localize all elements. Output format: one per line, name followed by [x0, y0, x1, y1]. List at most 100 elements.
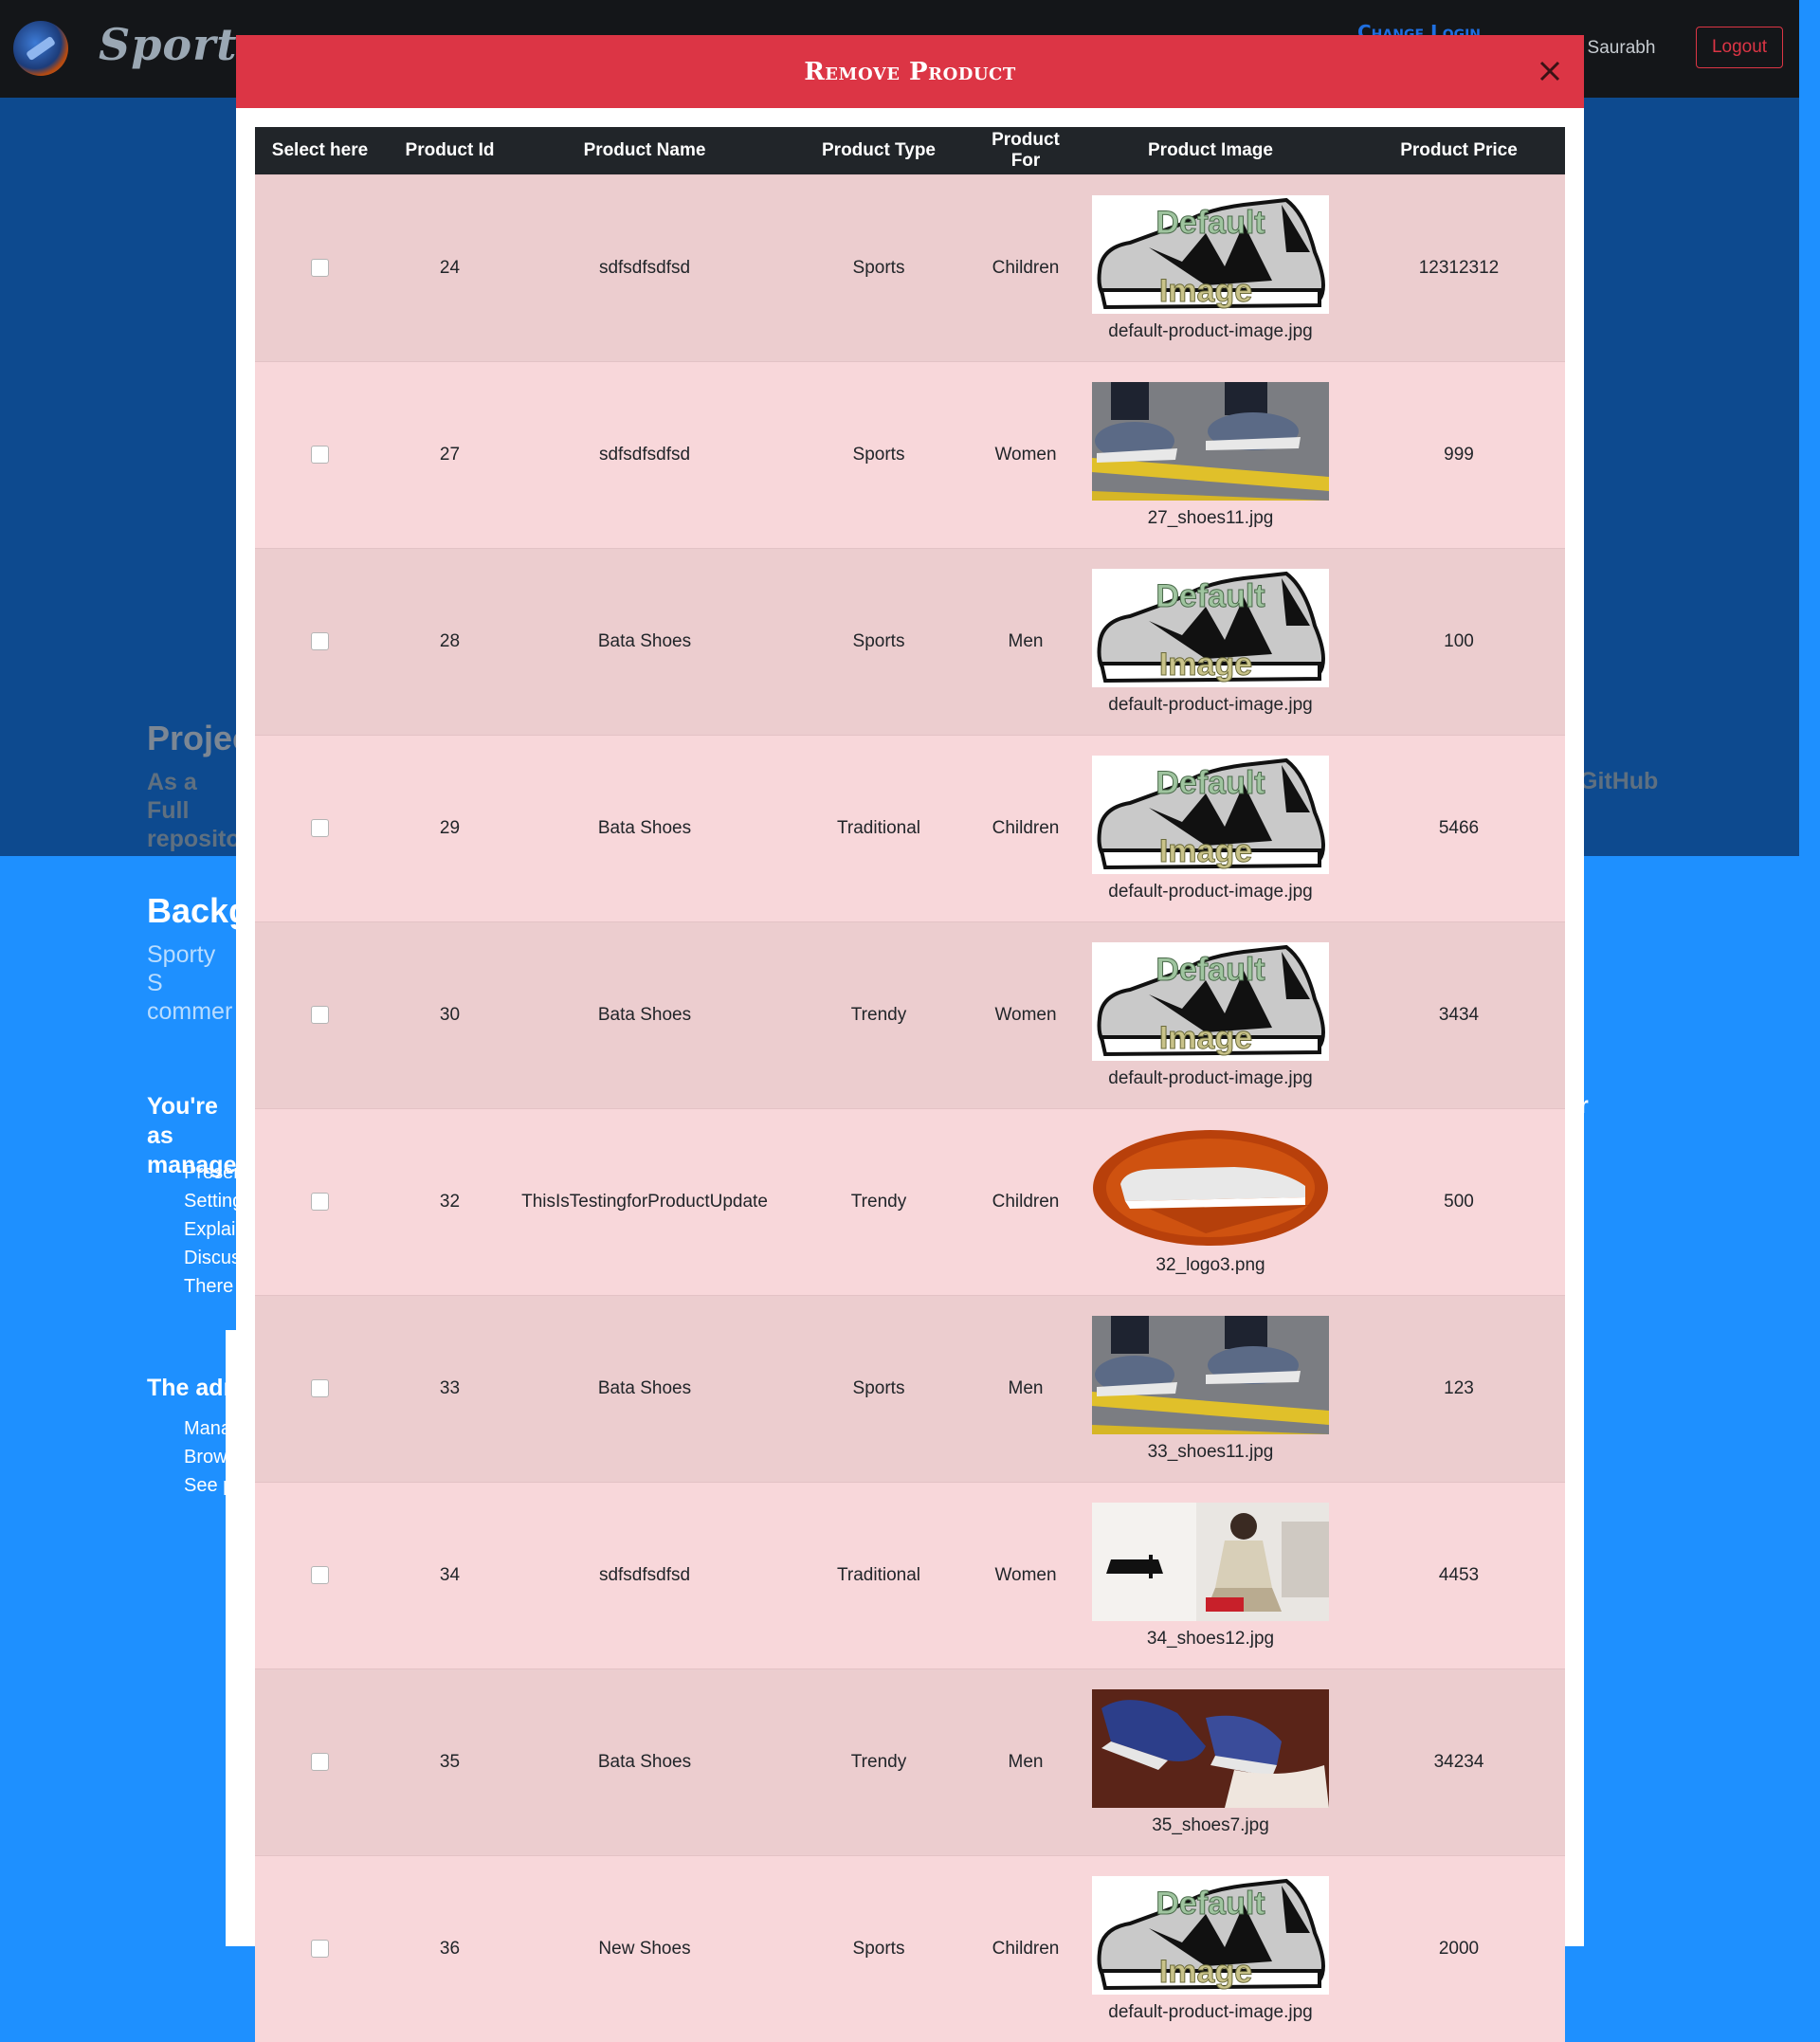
select-checkbox[interactable]: [311, 632, 329, 650]
image-filename: 34_shoes12.jpg: [1147, 1629, 1274, 1650]
product-price: 34234: [1353, 1669, 1565, 1856]
select-checkbox[interactable]: [311, 1193, 329, 1211]
header-product-image: Product Image: [1068, 127, 1353, 175]
product-type: Sports: [774, 1856, 983, 2042]
close-icon[interactable]: [1533, 54, 1567, 88]
product-type: Trendy: [774, 1109, 983, 1296]
product-id: 32: [385, 1109, 515, 1296]
product-name: Bata Shoes: [515, 922, 774, 1109]
project-github-text: GitHub: [1579, 768, 1658, 795]
product-id: 33: [385, 1296, 515, 1483]
product-for: Children: [983, 736, 1068, 922]
header-product-for: Product For: [983, 127, 1068, 175]
select-checkbox[interactable]: [311, 819, 329, 837]
project-subtitle: As a Full repositor: [147, 768, 232, 853]
product-price: 100: [1353, 549, 1565, 736]
products-table: Select here Product Id Product Name Prod…: [255, 127, 1565, 2042]
svg-text:Default: Default: [1156, 578, 1265, 614]
select-cell: [255, 1296, 385, 1483]
image-wrapper: 27_shoes11.jpg: [1068, 382, 1353, 529]
select-cell: [255, 1856, 385, 2042]
header-product-name: Product Name: [515, 127, 774, 175]
select-cell: [255, 736, 385, 922]
product-type: Trendy: [774, 1669, 983, 1856]
image-filename: default-product-image.jpg: [1108, 882, 1312, 902]
brand-logo-icon[interactable]: [13, 21, 68, 76]
select-checkbox[interactable]: [311, 446, 329, 464]
select-checkbox[interactable]: [311, 259, 329, 277]
product-for: Men: [983, 1669, 1068, 1856]
logout-button[interactable]: Logout: [1696, 27, 1783, 68]
remove-product-modal: Remove Product Select here Product Id Pr…: [236, 35, 1584, 1946]
product-image: Default Image: [1092, 195, 1329, 314]
select-checkbox[interactable]: [311, 1566, 329, 1584]
product-price: 3434: [1353, 922, 1565, 1109]
header-select: Select here: [255, 127, 385, 175]
product-image: DefaultImage: [1092, 1876, 1329, 1995]
header-product-id: Product Id: [385, 127, 515, 175]
product-image: Default Image: [1092, 569, 1329, 687]
product-id: 35: [385, 1669, 515, 1856]
image-wrapper: Default Image default-product-image.jpg: [1068, 569, 1353, 716]
page-scrollbar-area: [1799, 0, 1820, 1946]
image-wrapper: 35_shoes7.jpg: [1068, 1689, 1353, 1836]
product-image-cell: Default Image default-product-image.jpg: [1068, 549, 1353, 736]
product-type: Sports: [774, 549, 983, 736]
product-type: Sports: [774, 175, 983, 362]
table-row: 30Bata ShoesTrendyWomenDefaultImagedefau…: [255, 922, 1565, 1109]
product-price: 999: [1353, 362, 1565, 549]
select-checkbox[interactable]: [311, 1940, 329, 1958]
product-price: 2000: [1353, 1856, 1565, 2042]
product-for: Children: [983, 1109, 1068, 1296]
svg-text:Image: Image: [1159, 833, 1252, 869]
table-row: 28Bata ShoesSportsMenDefaultImagedefault…: [255, 549, 1565, 736]
product-name: Bata Shoes: [515, 736, 774, 922]
select-checkbox[interactable]: [311, 1753, 329, 1771]
product-image-cell: 35_shoes7.jpg: [1068, 1669, 1353, 1856]
header-product-price: Product Price: [1353, 127, 1565, 175]
select-cell: [255, 175, 385, 362]
svg-text:Default: Default: [1156, 205, 1265, 241]
header-product-type: Product Type: [774, 127, 983, 175]
product-name: Bata Shoes: [515, 1296, 774, 1483]
product-id: 30: [385, 922, 515, 1109]
select-cell: [255, 362, 385, 549]
svg-text:Image: Image: [1159, 1954, 1252, 1990]
user-greeting: , Saurabh: [1577, 38, 1655, 59]
product-name: sdfsdfsdfsd: [515, 362, 774, 549]
product-name: Bata Shoes: [515, 1669, 774, 1856]
image-filename: default-product-image.jpg: [1108, 695, 1312, 716]
products-table-wrapper: Select here Product Id Product Name Prod…: [255, 127, 1565, 2042]
svg-text:Image: Image: [1159, 273, 1252, 309]
product-image: [1092, 1129, 1329, 1248]
product-id: 34: [385, 1483, 515, 1669]
image-filename: default-product-image.jpg: [1108, 1068, 1312, 1089]
image-filename: 33_shoes11.jpg: [1148, 1442, 1274, 1463]
image-filename: 27_shoes11.jpg: [1148, 508, 1274, 529]
product-name: Bata Shoes: [515, 549, 774, 736]
product-name: sdfsdfsdfsd: [515, 1483, 774, 1669]
svg-text:Default: Default: [1156, 952, 1265, 988]
select-checkbox[interactable]: [311, 1006, 329, 1024]
image-wrapper: DefaultImage default-product-image.jpg: [1068, 756, 1353, 902]
image-wrapper: 32_logo3.png: [1068, 1129, 1353, 1276]
table-row: 34sdfsdfsdfsdTraditionalWomen34_shoes12.…: [255, 1483, 1565, 1669]
product-type: Trendy: [774, 922, 983, 1109]
product-for: Women: [983, 1483, 1068, 1669]
product-image: [1092, 382, 1329, 501]
svg-text:Image: Image: [1159, 647, 1252, 683]
image-filename: default-product-image.jpg: [1108, 321, 1312, 342]
product-image-cell: Default Image default-product-image.jpg: [1068, 175, 1353, 362]
product-image: DefaultImage: [1092, 756, 1329, 874]
product-image-cell: 34_shoes12.jpg: [1068, 1483, 1353, 1669]
product-image-cell: DefaultImage default-product-image.jpg: [1068, 922, 1353, 1109]
select-cell: [255, 549, 385, 736]
image-wrapper: Default Image default-product-image.jpg: [1068, 195, 1353, 342]
image-wrapper: 34_shoes12.jpg: [1068, 1503, 1353, 1650]
select-checkbox[interactable]: [311, 1379, 329, 1397]
product-image: DefaultImage: [1092, 942, 1329, 1061]
product-price: 123: [1353, 1296, 1565, 1483]
product-type: Sports: [774, 1296, 983, 1483]
table-row: 36New ShoesSportsChildrenDefaultImagedef…: [255, 1856, 1565, 2042]
product-image: [1092, 1316, 1329, 1434]
